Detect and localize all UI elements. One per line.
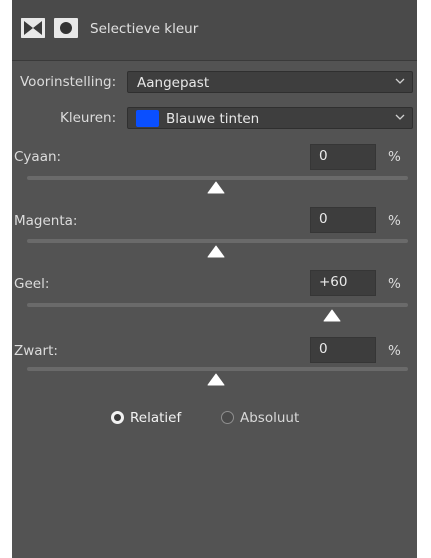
magenta-percent: % bbox=[388, 213, 401, 229]
magenta-slider-track[interactable] bbox=[27, 239, 408, 243]
chevron-down-icon bbox=[395, 78, 405, 84]
cyan-label: Cyaan: bbox=[14, 149, 62, 165]
radio-selected-icon bbox=[111, 411, 124, 424]
magenta-slider-thumb[interactable] bbox=[206, 245, 226, 258]
radio-unselected-icon bbox=[221, 411, 234, 424]
layer-mask-icon[interactable] bbox=[54, 18, 78, 38]
magenta-label: Magenta: bbox=[14, 213, 78, 229]
panel-title: Selectieve kleur bbox=[90, 21, 199, 37]
black-percent: % bbox=[388, 343, 401, 359]
panel-header: Selectieve kleur bbox=[12, 0, 417, 61]
colors-value: Blauwe tinten bbox=[166, 111, 260, 127]
color-swatch bbox=[136, 110, 159, 127]
preset-value: Aangepast bbox=[137, 75, 210, 91]
chevron-down-icon bbox=[395, 114, 405, 120]
colors-label: Kleuren: bbox=[60, 110, 117, 126]
yellow-input[interactable]: +60 bbox=[310, 270, 376, 296]
cyan-percent: % bbox=[388, 149, 401, 165]
preset-label: Voorinstelling: bbox=[20, 74, 117, 90]
cyan-slider-thumb[interactable] bbox=[206, 181, 226, 194]
cyan-input[interactable]: 0 bbox=[310, 144, 376, 170]
radio-relative-label: Relatief bbox=[130, 410, 182, 426]
yellow-slider-thumb[interactable] bbox=[322, 309, 342, 322]
magenta-input[interactable]: 0 bbox=[310, 207, 376, 233]
preset-dropdown[interactable]: Aangepast bbox=[127, 71, 413, 93]
yellow-slider-track[interactable] bbox=[27, 303, 408, 307]
radio-absolute-label: Absoluut bbox=[240, 410, 300, 426]
black-input[interactable]: 0 bbox=[310, 337, 376, 363]
black-slider-thumb[interactable] bbox=[206, 373, 226, 386]
yellow-label: Geel: bbox=[14, 276, 50, 292]
selective-color-panel: Selectieve kleur Voorinstelling: Aangepa… bbox=[12, 0, 417, 558]
yellow-percent: % bbox=[388, 276, 401, 292]
black-label: Zwart: bbox=[14, 343, 58, 359]
black-slider-track[interactable] bbox=[27, 367, 408, 371]
adjustment-layer-icon[interactable] bbox=[21, 18, 45, 38]
cyan-slider-track[interactable] bbox=[27, 176, 408, 180]
colors-dropdown[interactable]: Blauwe tinten bbox=[127, 107, 413, 129]
